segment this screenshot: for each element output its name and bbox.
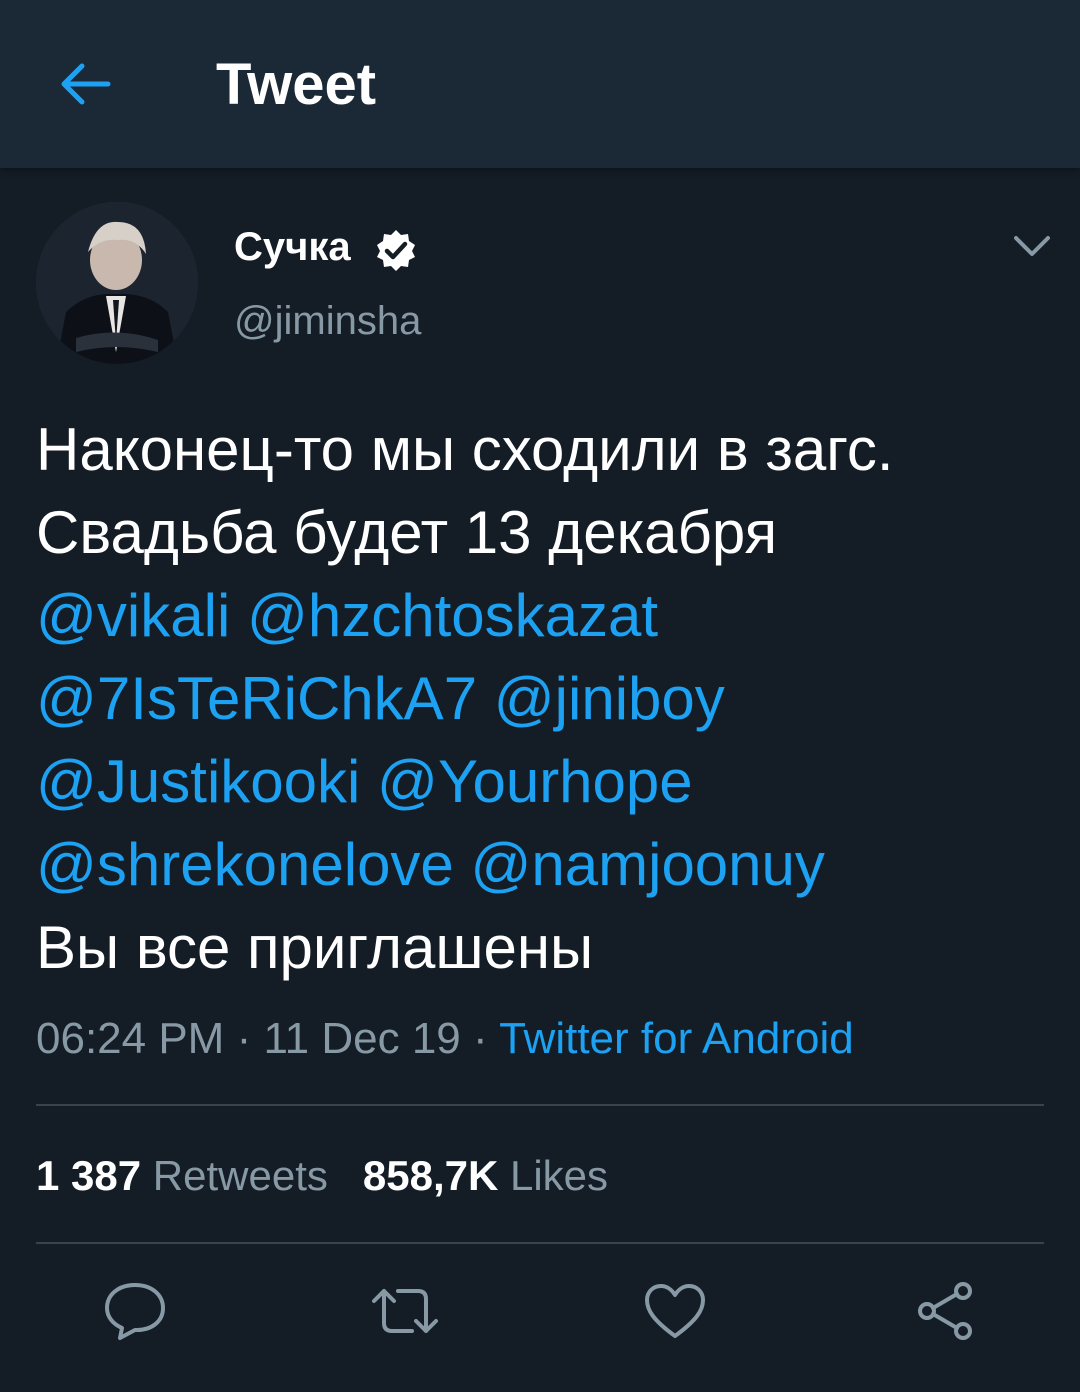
divider bbox=[36, 1104, 1044, 1106]
page-title: Tweet bbox=[216, 52, 377, 117]
mention-link[interactable]: @vikali bbox=[36, 582, 230, 649]
mention-line: @shrekonelove @namjoonuy bbox=[36, 823, 1046, 906]
mention-link[interactable]: @namjoonuy bbox=[470, 831, 824, 898]
tweet-stats: 1 387 Retweets 858,7K Likes bbox=[36, 1150, 608, 1202]
share-button[interactable] bbox=[910, 1276, 980, 1346]
like-icon bbox=[645, 1284, 705, 1338]
avatar[interactable] bbox=[36, 202, 198, 364]
mention-link[interactable]: @hzchtoskazat bbox=[247, 582, 658, 649]
retweet-button[interactable] bbox=[370, 1276, 440, 1346]
mention-line: @Justikooki @Yourhope bbox=[36, 740, 1046, 823]
likes-label: Likes bbox=[509, 1152, 609, 1199]
tweet-time: 06:24 PM bbox=[36, 1014, 225, 1063]
verified-badge-icon bbox=[377, 230, 415, 271]
retweet-icon bbox=[372, 1289, 438, 1333]
tweet-line: Наконец-то мы сходили в загс. bbox=[36, 416, 894, 483]
share-icon bbox=[918, 1282, 972, 1340]
mention-link[interactable]: @Justikooki bbox=[36, 748, 360, 815]
mention-line: @vikali @hzchtoskazat bbox=[36, 574, 1046, 657]
like-button[interactable] bbox=[640, 1276, 710, 1346]
meta-separator: · bbox=[236, 1014, 252, 1063]
divider bbox=[36, 1242, 1044, 1244]
tweet-source-link[interactable]: Twitter for Android bbox=[499, 1014, 854, 1063]
mention-link[interactable]: @jiniboy bbox=[494, 665, 725, 732]
retweets-count: 1 387 bbox=[36, 1152, 142, 1199]
tweet-line: Свадьба будет 13 декабря bbox=[36, 499, 778, 566]
mention-line: @7IsTeRiChkA7 @jiniboy bbox=[36, 657, 1046, 740]
back-button[interactable] bbox=[40, 40, 128, 128]
reply-button[interactable] bbox=[100, 1276, 170, 1346]
reply-icon bbox=[105, 1283, 165, 1340]
tweet-line: Вы все приглашены bbox=[36, 914, 594, 981]
retweets-label: Retweets bbox=[152, 1152, 328, 1199]
tweet-text: Наконец-то мы сходили в загс. Свадьба бу… bbox=[36, 408, 1046, 989]
display-name[interactable]: Сучка bbox=[234, 222, 351, 272]
meta-separator: · bbox=[473, 1014, 488, 1063]
tweet-meta: 06:24 PM · 11 Dec 19 · Twitter for Andro… bbox=[36, 1012, 854, 1066]
author-handle[interactable]: @jiminsha bbox=[234, 296, 421, 346]
retweets-stat[interactable]: 1 387 Retweets bbox=[36, 1152, 328, 1199]
mention-link[interactable]: @7IsTeRiChkA7 bbox=[36, 665, 477, 732]
likes-count: 858,7K bbox=[362, 1152, 499, 1199]
tweet-date: 11 Dec 19 bbox=[263, 1014, 461, 1063]
avatar-image bbox=[36, 202, 198, 364]
likes-stat[interactable]: 858,7K Likes bbox=[363, 1152, 608, 1199]
app-bar: Tweet bbox=[0, 0, 1080, 168]
mention-link[interactable]: @Yourhope bbox=[377, 748, 693, 815]
chevron-down-icon[interactable] bbox=[1008, 226, 1056, 266]
mention-link[interactable]: @shrekonelove bbox=[36, 831, 454, 898]
arrow-left-icon bbox=[61, 63, 111, 105]
